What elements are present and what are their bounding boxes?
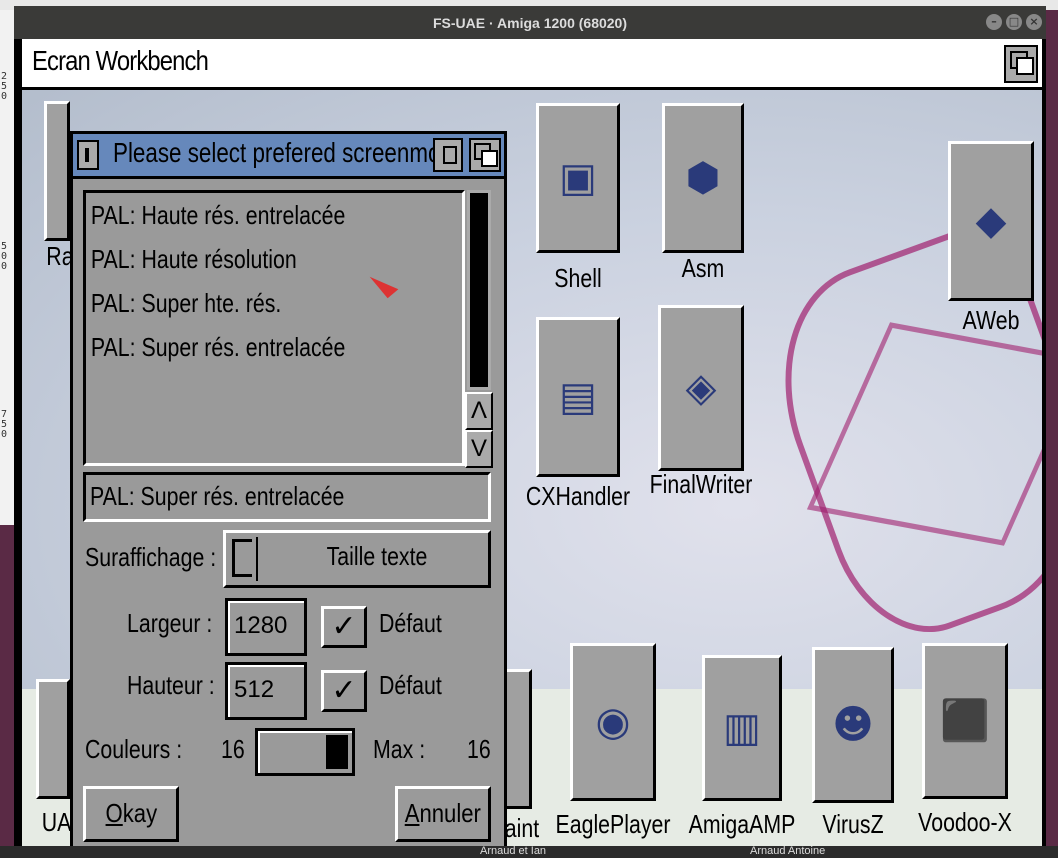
icon-label: Asm bbox=[681, 253, 725, 283]
max-value: 16 bbox=[467, 734, 491, 764]
width-label: Largeur : bbox=[127, 608, 213, 638]
host-number: 0 bbox=[1, 251, 8, 262]
eagleplayer-icon: ◉ bbox=[570, 643, 656, 801]
icon-label: AmigaAMP bbox=[688, 809, 796, 839]
cycle-separator bbox=[256, 537, 258, 581]
desktop-icon-cxhandler[interactable]: ▤ CXHandler bbox=[526, 317, 630, 517]
icon-label: AWeb bbox=[962, 305, 1020, 335]
desktop-icon-aweb[interactable]: ◆ AWeb bbox=[948, 141, 1034, 341]
host-number: 0 bbox=[1, 91, 8, 102]
desktop-icon-eagleplayer[interactable]: ◉ EaglePlayer bbox=[556, 643, 670, 843]
ra-icon bbox=[44, 101, 70, 241]
window-title: FS-UAE · Amiga 1200 (68020) bbox=[433, 15, 627, 31]
selected-mode-text: PAL: Super rés. entrelacée bbox=[90, 481, 345, 511]
selected-mode-field: PAL: Super rés. entrelacée bbox=[83, 472, 491, 522]
dialog-title: Please select prefered screenmod bbox=[113, 137, 453, 168]
host-taskbar: Arnaud et Ian Arnaud Antoine bbox=[0, 845, 1058, 858]
screen-title: Ecran Workbench bbox=[32, 45, 209, 76]
slider-knob[interactable] bbox=[326, 735, 348, 769]
finalwriter-icon: ◈ bbox=[658, 305, 744, 471]
screenmode-dialog: Please select prefered screenmod PAL: Ha… bbox=[70, 131, 507, 846]
height-default-label: Défaut bbox=[379, 670, 442, 700]
desktop-icon-asm[interactable]: ⬢ Asm bbox=[662, 103, 744, 303]
desktop-icon-virusz[interactable]: ☻ VirusZ bbox=[812, 647, 894, 846]
height-field[interactable]: 512 bbox=[225, 662, 307, 720]
desktop-icon-ra[interactable]: Ra bbox=[44, 101, 74, 281]
desktop-icon-amigaamp[interactable]: ▥ AmigaAMP bbox=[689, 655, 795, 845]
depth-icon[interactable] bbox=[469, 138, 501, 172]
host-tab[interactable]: Arnaud Antoine bbox=[750, 845, 825, 857]
asm-icon: ⬢ bbox=[662, 103, 744, 253]
okay-button[interactable]: Okay bbox=[83, 786, 179, 842]
icon-label: Voodoo-X bbox=[918, 807, 1012, 837]
desktop-icon-finalwriter[interactable]: ◈ FinalWriter bbox=[650, 305, 752, 515]
scroll-up-icon[interactable]: Λ bbox=[465, 392, 493, 430]
host-left-strip: 2 5 0 5 0 0 7 5 0 bbox=[0, 10, 15, 525]
icon-label: FinalWriter bbox=[649, 469, 753, 499]
list-item[interactable]: PAL: Super rés. entrelacée bbox=[86, 325, 394, 369]
minimize-icon[interactable]: – bbox=[986, 14, 1002, 30]
host-number: 5 bbox=[1, 81, 8, 92]
virusz-icon: ☻ bbox=[812, 647, 894, 803]
host-number: 5 bbox=[1, 241, 8, 252]
zoom-icon[interactable] bbox=[433, 138, 463, 172]
list-scrollbar[interactable] bbox=[467, 190, 491, 390]
colors-value: 16 bbox=[221, 734, 245, 764]
cxhandler-icon: ▤ bbox=[536, 317, 620, 477]
window-titlebar[interactable]: FS-UAE · Amiga 1200 (68020) – □ × bbox=[14, 6, 1046, 39]
list-item[interactable]: PAL: Haute résolution bbox=[86, 237, 394, 281]
shell-icon: ▣ bbox=[536, 103, 620, 253]
icon-label: Shell bbox=[554, 263, 602, 293]
width-field[interactable]: 1280 bbox=[225, 598, 307, 656]
desktop-icon-voodoo-x[interactable]: ⬛ Voodoo-X bbox=[918, 643, 1012, 843]
screen-title-bar: Ecran Workbench bbox=[22, 39, 1042, 90]
desktop-icon-shell[interactable]: ▣ Shell bbox=[536, 103, 620, 313]
colors-label: Couleurs : bbox=[85, 734, 183, 764]
overscan-cycle-button[interactable]: Taille texte bbox=[223, 530, 491, 588]
colors-slider[interactable] bbox=[255, 728, 355, 776]
host-number: 7 bbox=[1, 409, 8, 420]
amiga-screen: Ecran Workbench ▣ Shell ⬢ Asm ◆ AWeb ▤ C… bbox=[22, 39, 1042, 846]
ua-icon bbox=[36, 679, 70, 799]
host-number: 0 bbox=[1, 261, 8, 272]
list-item[interactable]: PAL: Super hte. rés. bbox=[86, 281, 394, 325]
cancel-button[interactable]: Annuler bbox=[395, 786, 491, 842]
aweb-icon: ◆ bbox=[948, 141, 1034, 301]
screen-depth-icon[interactable] bbox=[1004, 45, 1038, 83]
width-default-label: Défaut bbox=[379, 608, 442, 638]
desktop-icon-ua[interactable]: UA bbox=[36, 679, 71, 845]
icon-label: EaglePlayer bbox=[555, 809, 671, 839]
cycle-icon bbox=[232, 539, 252, 577]
host-number: 2 bbox=[1, 71, 8, 82]
height-default-checkbox[interactable]: ✓ bbox=[321, 670, 367, 712]
host-number: 0 bbox=[1, 429, 8, 440]
amigaamp-icon: ▥ bbox=[702, 655, 782, 801]
width-default-checkbox[interactable]: ✓ bbox=[321, 606, 367, 648]
screenmode-list[interactable]: PAL: Haute rés. entrelacée PAL: Haute ré… bbox=[83, 190, 465, 466]
host-tab[interactable]: Arnaud et Ian bbox=[480, 845, 546, 857]
overscan-label: Suraffichage : bbox=[85, 542, 217, 572]
close-icon[interactable] bbox=[77, 140, 99, 170]
scroll-down-icon[interactable]: V bbox=[465, 430, 493, 468]
icon-label: VirusZ bbox=[822, 809, 884, 839]
fsuae-window: FS-UAE · Amiga 1200 (68020) – □ × Ecran … bbox=[14, 6, 1046, 846]
close-icon[interactable]: × bbox=[1026, 14, 1042, 30]
icon-label: CXHandler bbox=[525, 481, 631, 511]
dialog-titlebar[interactable]: Please select prefered screenmod bbox=[73, 134, 504, 179]
host-number: 5 bbox=[1, 419, 8, 430]
overscan-value: Taille texte bbox=[326, 541, 428, 571]
voodoo-x-icon: ⬛ bbox=[922, 643, 1008, 799]
height-label: Hauteur : bbox=[127, 670, 215, 700]
list-item[interactable]: PAL: Haute rés. entrelacée bbox=[86, 193, 394, 237]
max-label: Max : bbox=[373, 734, 426, 764]
maximize-icon[interactable]: □ bbox=[1006, 14, 1022, 30]
